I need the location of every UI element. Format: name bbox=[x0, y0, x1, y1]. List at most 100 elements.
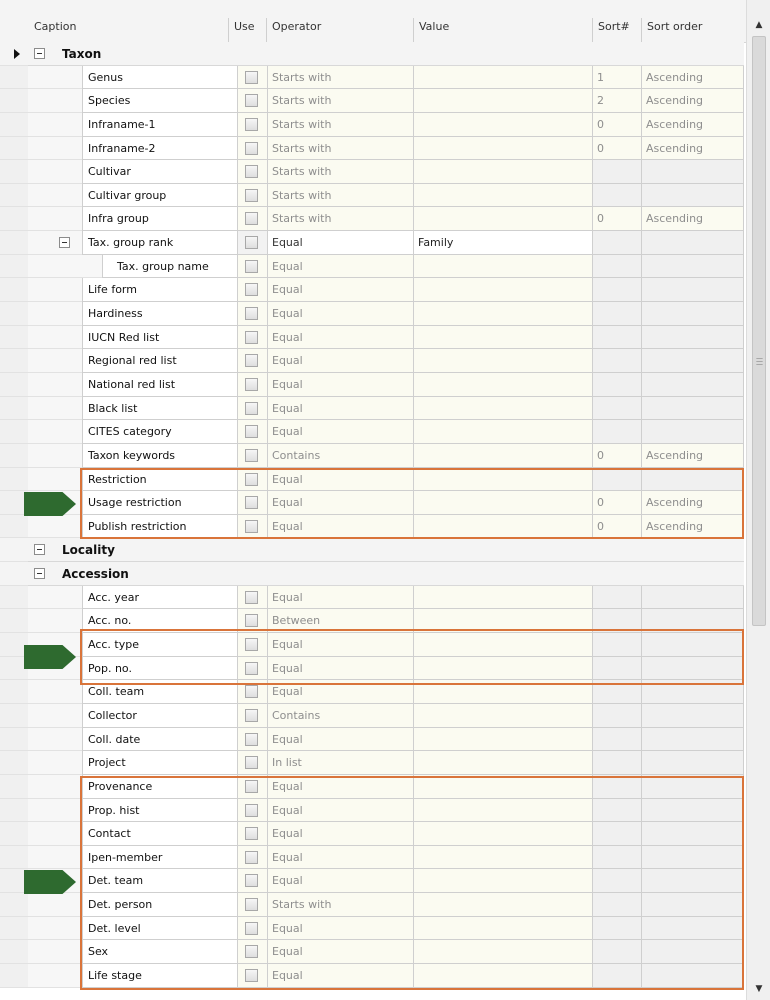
sort-number-cell[interactable] bbox=[593, 940, 642, 964]
value-cell[interactable] bbox=[414, 633, 593, 657]
value-cell[interactable] bbox=[414, 302, 593, 326]
use-checkbox[interactable] bbox=[245, 614, 258, 628]
operator-cell[interactable]: Equal bbox=[268, 491, 414, 515]
sort-number-cell[interactable]: 0 bbox=[593, 207, 642, 232]
value-cell[interactable] bbox=[414, 112, 593, 137]
criteria-row[interactable]: Det. person Starts with bbox=[0, 893, 746, 917]
operator-cell[interactable]: Equal bbox=[268, 372, 414, 397]
criteria-row[interactable]: Collector Contains bbox=[0, 703, 746, 728]
sort-number-cell[interactable]: 0 bbox=[593, 112, 642, 137]
sort-number-cell[interactable] bbox=[593, 822, 642, 846]
row-indicator[interactable] bbox=[0, 940, 28, 964]
sort-order-cell[interactable] bbox=[642, 278, 744, 303]
value-cell[interactable] bbox=[414, 845, 593, 870]
use-checkbox[interactable] bbox=[245, 850, 258, 864]
criteria-row[interactable]: Acc. type Equal bbox=[0, 633, 746, 657]
collapse-icon[interactable] bbox=[34, 544, 45, 556]
operator-cell[interactable]: Contains bbox=[268, 703, 414, 728]
sort-order-cell[interactable] bbox=[642, 183, 744, 208]
row-indicator[interactable] bbox=[0, 254, 28, 279]
row-indicator[interactable] bbox=[0, 491, 28, 515]
use-checkbox[interactable] bbox=[245, 827, 258, 841]
sort-order-cell[interactable] bbox=[642, 231, 744, 255]
value-cell[interactable] bbox=[414, 396, 593, 421]
value-cell[interactable] bbox=[414, 940, 593, 964]
sort-number-cell[interactable]: 2 bbox=[593, 89, 642, 113]
sort-order-cell[interactable]: Ascending bbox=[642, 89, 744, 113]
criteria-row[interactable]: Coll. date Equal bbox=[0, 727, 746, 752]
use-checkbox[interactable] bbox=[245, 756, 258, 770]
sort-order-cell[interactable]: Ascending bbox=[642, 65, 744, 90]
criteria-row[interactable]: Taxon keywords Contains 0 Ascending bbox=[0, 443, 746, 468]
criteria-row[interactable]: Provenance Equal bbox=[0, 774, 746, 799]
group-row-accession[interactable]: Accession bbox=[0, 562, 746, 586]
sort-order-cell[interactable] bbox=[642, 680, 744, 704]
sort-number-cell[interactable] bbox=[593, 467, 642, 492]
sort-number-cell[interactable] bbox=[593, 798, 642, 823]
criteria-row[interactable]: Infraname-2 Starts with 0 Ascending bbox=[0, 136, 746, 161]
criteria-row[interactable]: Project In list bbox=[0, 751, 746, 775]
sort-number-cell[interactable] bbox=[593, 633, 642, 657]
operator-cell[interactable]: Equal bbox=[268, 254, 414, 279]
sort-order-cell[interactable] bbox=[642, 869, 744, 894]
sort-order-cell[interactable] bbox=[642, 349, 744, 373]
vertical-scrollbar[interactable]: ▲ — — — ▼ bbox=[746, 0, 770, 1000]
column-header-caption[interactable]: Caption bbox=[34, 20, 76, 33]
sort-number-cell[interactable] bbox=[593, 703, 642, 728]
criteria-row[interactable]: IUCN Red list Equal bbox=[0, 325, 746, 350]
row-indicator[interactable] bbox=[0, 372, 28, 397]
criteria-row[interactable]: Sex Equal bbox=[0, 940, 746, 964]
use-checkbox[interactable] bbox=[245, 779, 258, 793]
use-checkbox[interactable] bbox=[245, 874, 258, 888]
sort-order-cell[interactable] bbox=[642, 302, 744, 326]
sort-order-cell[interactable] bbox=[642, 798, 744, 823]
collapse-icon[interactable] bbox=[34, 48, 45, 59]
operator-cell[interactable]: Starts with bbox=[268, 160, 414, 184]
sort-number-cell[interactable] bbox=[593, 231, 642, 255]
sort-order-cell[interactable]: Ascending bbox=[642, 136, 744, 161]
sort-number-cell[interactable] bbox=[593, 254, 642, 279]
operator-cell[interactable]: Equal bbox=[268, 420, 414, 444]
operator-cell[interactable]: Equal bbox=[268, 231, 414, 255]
sort-number-cell[interactable] bbox=[593, 893, 642, 917]
column-header-value[interactable]: Value bbox=[419, 20, 449, 33]
criteria-row[interactable]: Cultivar Starts with bbox=[0, 160, 746, 184]
row-indicator[interactable] bbox=[0, 869, 28, 894]
row-indicator[interactable] bbox=[0, 42, 28, 66]
operator-cell[interactable]: Starts with bbox=[268, 89, 414, 113]
row-indicator[interactable] bbox=[0, 349, 28, 373]
sort-number-cell[interactable]: 0 bbox=[593, 136, 642, 161]
sort-number-cell[interactable] bbox=[593, 585, 642, 610]
sort-order-cell[interactable] bbox=[642, 609, 744, 634]
row-indicator[interactable] bbox=[0, 89, 28, 113]
group-row-locality[interactable]: Locality bbox=[0, 538, 746, 563]
row-indicator[interactable] bbox=[0, 183, 28, 208]
value-cell[interactable] bbox=[414, 798, 593, 823]
sort-order-cell[interactable] bbox=[642, 585, 744, 610]
sort-order-cell[interactable] bbox=[642, 751, 744, 775]
sort-order-cell[interactable] bbox=[642, 916, 744, 941]
value-cell[interactable] bbox=[414, 822, 593, 846]
row-indicator[interactable] bbox=[0, 538, 28, 563]
value-cell[interactable] bbox=[414, 963, 593, 988]
use-checkbox[interactable] bbox=[245, 307, 258, 321]
row-indicator[interactable] bbox=[0, 633, 28, 657]
sort-order-cell[interactable] bbox=[642, 396, 744, 421]
row-indicator[interactable] bbox=[0, 562, 28, 586]
operator-cell[interactable]: Starts with bbox=[268, 112, 414, 137]
sort-number-cell[interactable] bbox=[593, 916, 642, 941]
value-cell[interactable] bbox=[414, 656, 593, 681]
row-indicator[interactable] bbox=[0, 727, 28, 752]
use-checkbox[interactable] bbox=[245, 259, 258, 273]
value-cell[interactable] bbox=[414, 325, 593, 350]
use-checkbox[interactable] bbox=[245, 685, 258, 699]
sort-order-cell[interactable] bbox=[642, 940, 744, 964]
row-indicator[interactable] bbox=[0, 893, 28, 917]
value-cell[interactable] bbox=[414, 183, 593, 208]
row-indicator[interactable] bbox=[0, 822, 28, 846]
criteria-row[interactable]: Ipen-member Equal bbox=[0, 845, 746, 870]
row-indicator[interactable] bbox=[0, 916, 28, 941]
operator-cell[interactable]: In list bbox=[268, 751, 414, 775]
sort-order-cell[interactable] bbox=[642, 633, 744, 657]
sort-number-cell[interactable] bbox=[593, 420, 642, 444]
